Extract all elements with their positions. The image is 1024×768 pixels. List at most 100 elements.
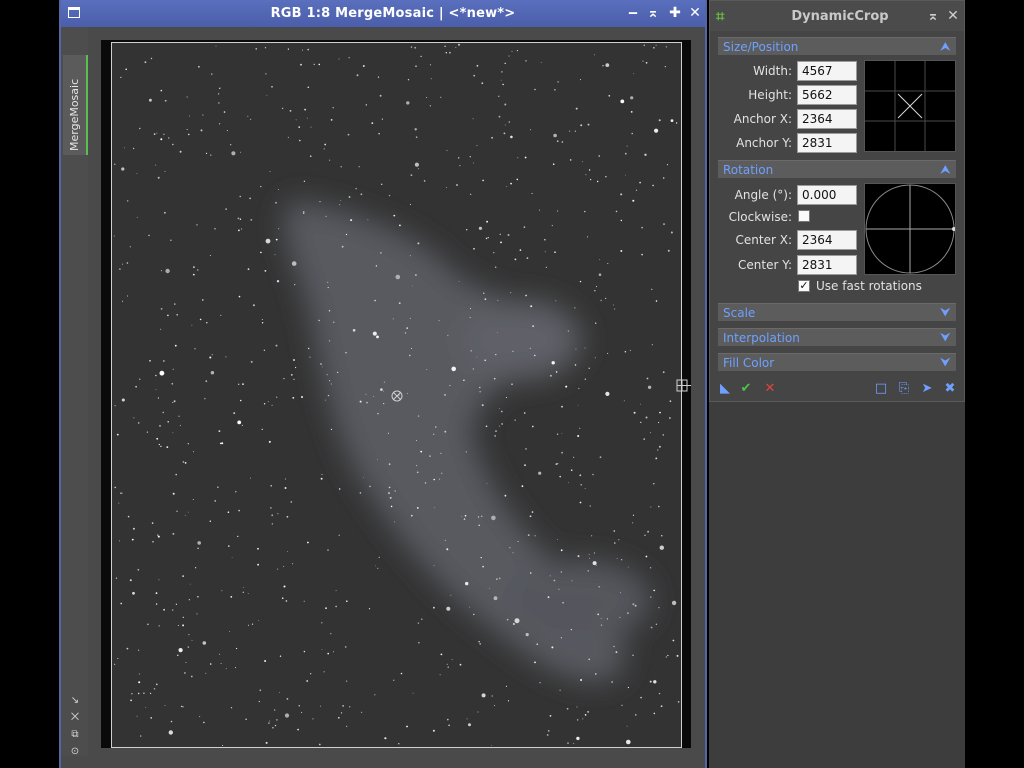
- star: [465, 451, 467, 453]
- section-interpolation[interactable]: Interpolation ⮟: [718, 328, 956, 346]
- minimize-button[interactable]: ‒: [624, 4, 642, 22]
- image-canvas[interactable]: [101, 40, 691, 748]
- star: [589, 178, 592, 181]
- expand-icon[interactable]: ⮟: [941, 354, 950, 372]
- star: [250, 360, 253, 363]
- center-x-input[interactable]: [797, 230, 857, 250]
- expand-icon[interactable]: ⮟: [941, 304, 950, 322]
- star: [114, 163, 116, 165]
- star: [277, 568, 279, 570]
- star: [197, 547, 199, 550]
- height-input[interactable]: [797, 85, 857, 105]
- zoom-fit-icon[interactable]: ↘: [69, 695, 81, 707]
- star: [193, 451, 194, 453]
- new-instance-icon[interactable]: ◣: [718, 382, 732, 396]
- star: [340, 200, 342, 201]
- star: [392, 318, 394, 320]
- rotation-dial[interactable]: [864, 183, 956, 275]
- section-rotation[interactable]: Rotation ⮝: [718, 160, 956, 178]
- star: [258, 700, 260, 703]
- star: [594, 54, 595, 56]
- expand-icon[interactable]: ⮟: [941, 329, 950, 347]
- astro-image[interactable]: [101, 40, 691, 748]
- star: [614, 308, 616, 310]
- star: [159, 370, 165, 376]
- star: [502, 83, 504, 86]
- section-fill-color[interactable]: Fill Color ⮟: [718, 353, 956, 371]
- star: [242, 591, 244, 593]
- cancel-icon[interactable]: ✕: [763, 382, 777, 396]
- star: [455, 47, 457, 48]
- shade-panel-button[interactable]: ⌅: [924, 7, 942, 25]
- tab-mergemosaic[interactable]: MergeMosaic: [63, 55, 88, 155]
- star: [292, 397, 295, 399]
- star: [501, 423, 503, 425]
- close-button[interactable]: ✕: [686, 4, 704, 22]
- star: [644, 153, 647, 156]
- star: [481, 693, 486, 698]
- star: [219, 123, 221, 125]
- star: [124, 147, 125, 149]
- anchor-selector[interactable]: [864, 60, 956, 152]
- star: [444, 430, 447, 433]
- star: [420, 450, 423, 453]
- execute-icon[interactable]: ✔: [739, 382, 753, 396]
- dynamiccrop-titlebar[interactable]: ⌗ DynamicCrop ⌅ ✕: [710, 1, 964, 31]
- star: [529, 572, 532, 574]
- star: [641, 226, 643, 229]
- close-panel-button[interactable]: ✕: [944, 7, 962, 25]
- center-y-input[interactable]: [797, 255, 857, 275]
- image-window-title: RGB 1:8 MergeMosaic | <*new*>: [270, 6, 516, 21]
- star: [478, 641, 480, 643]
- maximize-button[interactable]: ✚: [666, 4, 684, 22]
- star: [627, 566, 629, 568]
- star: [633, 411, 636, 414]
- fit-icon[interactable]: ✖: [943, 382, 957, 396]
- star: [481, 404, 484, 407]
- star: [577, 435, 580, 437]
- star: [417, 168, 419, 170]
- star: [606, 618, 608, 620]
- star: [658, 505, 660, 508]
- shade-button[interactable]: ⌅: [644, 4, 662, 22]
- reset-icon[interactable]: □: [874, 382, 888, 396]
- clone-icon[interactable]: ⧉: [69, 729, 81, 741]
- star: [511, 50, 513, 52]
- collapse-icon[interactable]: ⮝: [941, 161, 950, 179]
- star: [398, 743, 400, 745]
- star: [239, 218, 242, 220]
- anchor-y-input[interactable]: [797, 133, 857, 153]
- fast-rotations-checkbox[interactable]: ✓: [798, 280, 810, 292]
- section-size-position[interactable]: Size/Position ⮝: [718, 37, 956, 55]
- star: [620, 219, 622, 222]
- star: [164, 99, 167, 102]
- star: [320, 363, 322, 365]
- star: [633, 73, 635, 75]
- star: [514, 419, 516, 421]
- star: [557, 539, 558, 540]
- width-input[interactable]: [797, 61, 857, 81]
- browse-documentation-icon[interactable]: ⎘: [897, 382, 911, 396]
- star: [551, 224, 553, 227]
- anchor-x-input[interactable]: [797, 109, 857, 129]
- star: [433, 564, 435, 566]
- star: [149, 98, 152, 102]
- star: [127, 200, 129, 202]
- star: [114, 405, 116, 407]
- image-window-titlebar[interactable]: RGB 1:8 MergeMosaic | <*new*> ‒ ⌅ ✚ ✕: [61, 0, 705, 27]
- star: [670, 231, 673, 234]
- track-view-icon[interactable]: ➤: [920, 382, 934, 396]
- star: [485, 237, 488, 240]
- mask-icon[interactable]: ⨉: [69, 712, 81, 724]
- clockwise-checkbox[interactable]: [798, 210, 810, 222]
- star: [493, 252, 495, 254]
- star: [561, 405, 563, 408]
- angle-input[interactable]: [797, 185, 857, 205]
- section-scale[interactable]: Scale ⮟: [718, 303, 956, 321]
- star: [153, 688, 156, 690]
- star: [138, 681, 141, 684]
- star: [534, 535, 536, 537]
- star: [189, 115, 191, 117]
- collapse-icon[interactable]: ⮝: [941, 38, 950, 56]
- star: [378, 556, 380, 559]
